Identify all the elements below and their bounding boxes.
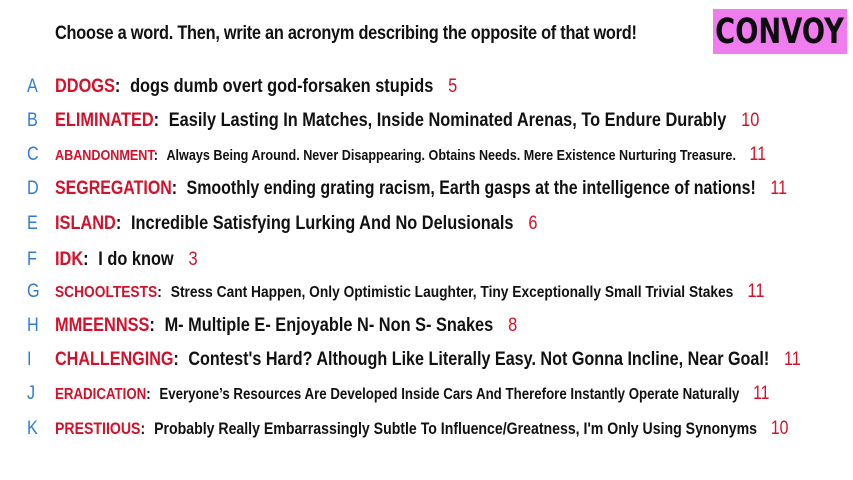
entry-letter: A	[27, 76, 38, 97]
entry-line: MMEENNSS: M- Multiple E- Enjoyable N- No…	[55, 315, 518, 336]
entry-letter: D	[27, 178, 39, 199]
entry-count: 10	[770, 418, 789, 439]
entry-f: F IDK: I do know 3	[0, 246, 853, 274]
entry-letter: G	[27, 281, 40, 302]
entry-word: CHALLENGING	[55, 349, 174, 370]
entry-letter: I	[27, 349, 32, 370]
entry-count: 5	[448, 76, 458, 97]
entry-letter: E	[27, 213, 38, 234]
entry-line: CHALLENGING: Contest's Hard? Although Li…	[55, 349, 801, 370]
entry-count: 11	[753, 383, 770, 404]
entry-count: 11	[749, 144, 767, 165]
entry-acronym: I do know	[98, 249, 174, 270]
entry-count: 3	[188, 249, 198, 270]
entry-word: SCHOOLTESTS	[55, 284, 158, 301]
entry-c: C ABANDONMENT: Always Being Around. Neve…	[0, 141, 853, 169]
entry-count: 11	[770, 178, 787, 199]
entry-count: 8	[508, 315, 518, 336]
entry-acronym: Easily Lasting In Matches, Inside Nomina…	[168, 110, 727, 131]
entry-word: MMEENNSS	[55, 315, 150, 336]
entry-line: ERADICATION: Everyone’s Resources Are De…	[55, 383, 770, 404]
entry-g: G SCHOOLTESTS: Stress Cant Happen, Only …	[0, 278, 853, 306]
entry-line: DDOGS: dogs dumb overt god-forsaken stup…	[55, 76, 458, 97]
entry-acronym: Smoothly ending grating racism, Earth ga…	[186, 178, 756, 199]
entry-line: SEGREGATION: Smoothly ending grating rac…	[55, 178, 787, 199]
entry-line: PRESTIIOUS: Probably Really Embarrassing…	[55, 418, 789, 439]
entry-word: PRESTIIOUS	[55, 419, 141, 438]
entry-acronym: Always Being Around. Never Disappearing.…	[166, 147, 736, 164]
entry-letter: B	[27, 110, 38, 131]
entry-line: ABANDONMENT: Always Being Around. Never …	[55, 144, 767, 165]
entry-word: ELIMINATED	[55, 110, 154, 131]
entry-word: SEGREGATION	[55, 178, 172, 199]
entry-count: 10	[741, 110, 760, 131]
entry-letter: H	[27, 315, 39, 336]
entry-acronym: Contest's Hard? Although Like Literally …	[188, 349, 770, 370]
entry-h: H MMEENNSS: M- Multiple E- Enjoyable N- …	[0, 312, 853, 340]
entry-word: ERADICATION	[55, 386, 147, 403]
entry-letter: F	[27, 249, 37, 270]
entry-line: IDK: I do know 3	[55, 249, 198, 270]
entry-letter: J	[27, 383, 36, 404]
entry-list: A DDOGS: dogs dumb overt god-forsaken st…	[0, 0, 853, 480]
entry-acronym: Stress Cant Happen, Only Optimistic Laug…	[170, 284, 734, 301]
entry-acronym: Everyone’s Resources Are Developed Insid…	[159, 386, 740, 403]
entry-letter: K	[27, 418, 38, 439]
entry-d: D SEGREGATION: Smoothly ending grating r…	[0, 175, 853, 203]
entry-letter: C	[27, 144, 39, 165]
entry-count: 11	[783, 349, 801, 370]
entry-acronym: Probably Really Embarrassingly Subtle To…	[154, 419, 758, 438]
entry-word: IDK	[55, 249, 84, 270]
entry-count: 6	[528, 213, 538, 234]
entry-line: ELIMINATED: Easily Lasting In Matches, I…	[55, 110, 760, 131]
entry-acronym: dogs dumb overt god-forsaken stupids	[130, 76, 434, 97]
entry-word: ISLAND	[55, 213, 116, 234]
entry-b: B ELIMINATED: Easily Lasting In Matches,…	[0, 107, 853, 135]
entry-e: E ISLAND: Incredible Satisfying Lurking …	[0, 210, 853, 238]
entry-k: K PRESTIIOUS: Probably Really Embarrassi…	[0, 415, 853, 443]
entry-line: ISLAND: Incredible Satisfying Lurking An…	[55, 213, 538, 234]
entry-word: ABANDONMENT	[55, 147, 154, 164]
entry-count: 11	[747, 281, 765, 302]
entry-line: SCHOOLTESTS: Stress Cant Happen, Only Op…	[55, 281, 765, 302]
entry-word: DDOGS	[55, 76, 115, 97]
entry-acronym: M- Multiple E- Enjoyable N- Non S- Snake…	[164, 315, 494, 336]
entry-acronym: Incredible Satisfying Lurking And No Del…	[130, 213, 514, 234]
entry-a: A DDOGS: dogs dumb overt god-forsaken st…	[0, 73, 853, 101]
entry-j: J ERADICATION: Everyone’s Resources Are …	[0, 380, 853, 408]
entry-i: I CHALLENGING: Contest's Hard? Although …	[0, 346, 853, 374]
